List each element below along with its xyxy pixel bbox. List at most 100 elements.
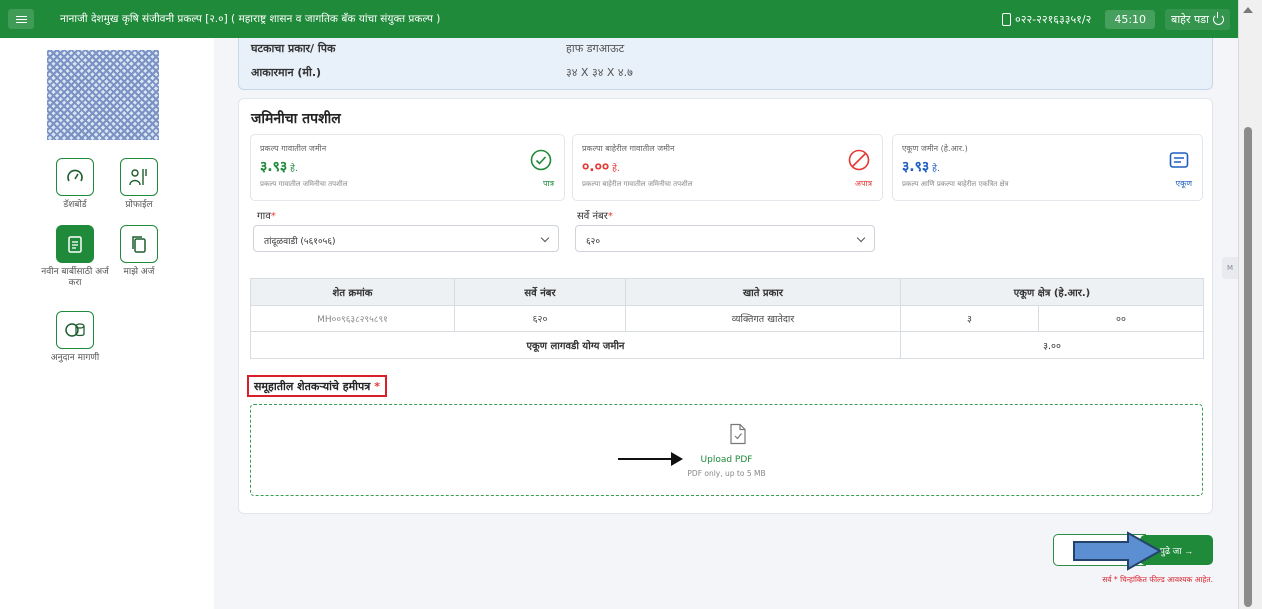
pointer-arrow-icon [1073, 531, 1162, 571]
stat-total-land: एकूण जमीन (हे.आर.) ३.९३ हे. प्रकल्प आणि प… [892, 134, 1203, 201]
upload-hint: PDF only, up to 5 MB [687, 469, 766, 478]
annotation-arrow-line [618, 458, 675, 460]
scrollbar-thumb[interactable] [1244, 127, 1252, 607]
helpline: ०२२-२२१६३३५१/२ [1002, 12, 1091, 27]
sidebar-item-my-applications[interactable]: माझे अर्ज [104, 225, 174, 278]
td-account-type: व्यक्तिगत खातेदार [626, 306, 901, 331]
stat-unit: हे. [932, 164, 940, 174]
stat-number: ०.०० [582, 159, 610, 175]
phone-icon [1002, 12, 1012, 26]
required-mark: * [607, 211, 613, 222]
copy-icon [132, 236, 146, 253]
summary-value-size: ३४ X ३४ X ४.७ [566, 66, 633, 79]
gauge-icon [67, 169, 83, 182]
check-circle-icon [530, 149, 552, 171]
stat-tag: पात्र [542, 179, 554, 188]
app-title: नानाजी देशमुख कृषि संजीवनी प्रकल्प [२.०]… [60, 13, 441, 25]
top-bar: नानाजी देशमुख कृषि संजीवनी प्रकल्प [२.०]… [0, 0, 1238, 38]
stat-unit: हे. [612, 164, 620, 174]
land-table: शेत क्रमांक सर्वे नंबर खाते प्रकार एकूण … [250, 278, 1204, 359]
stat-label: प्रकल्प गावातील जमीन [260, 144, 327, 153]
top-right-group: ०२२-२२१६३३५१/२ 45:10 बाहेर पडा [1002, 0, 1230, 38]
nav-box [56, 158, 94, 196]
logout-label: बाहेर पडा [1171, 12, 1209, 26]
sidebar-item-label: डॅशबोर्ड [63, 200, 87, 210]
coins-icon [65, 323, 85, 337]
village-label-text: गाव [257, 211, 271, 222]
village-label: गाव* [257, 208, 276, 222]
survey-selected-value: ६२० [586, 237, 601, 247]
stat-number: ३.९३ [260, 159, 288, 175]
component-summary-card: घटकाचा प्रकार/ पिक हाफ डगआऊट आकारमान (मी… [238, 38, 1213, 90]
scroll-up-icon[interactable] [1243, 7, 1253, 13]
sidebar-item-subsidy-claim[interactable]: अनुदान मागणी [40, 311, 110, 364]
ban-icon [848, 149, 870, 171]
file-icon [730, 423, 746, 445]
sidebar-item-label: नवीन बाबींसाठी अर्ज करा [41, 267, 109, 288]
stat-description: प्रकल्प आणि प्रकल्पा बाहेरील एकत्रित क्ष… [902, 180, 1009, 188]
helpline-number: ०२२-२२१६३३५१/२ [1015, 12, 1092, 26]
annotation-arrow-icon [671, 452, 683, 466]
upload-label: Upload PDF [700, 455, 753, 465]
required-fields-note: सर्व * चिन्हांकित फील्ड आवश्यक आहेत. [1102, 575, 1213, 584]
th-account-type: खाते प्रकार [626, 279, 901, 305]
survey-label: सर्वे नंबर* [577, 208, 613, 222]
session-timer: 45:10 [1105, 9, 1156, 29]
table-footer-row: एकूण लागवडी योग्य जमीन ३.०० [251, 332, 1203, 358]
sidebar-item-label: अनुदान मागणी [50, 353, 100, 363]
checklist-icon [68, 236, 82, 253]
pdf-upload-dropzone[interactable]: Upload PDF PDF only, up to 5 MB [250, 404, 1203, 496]
power-icon [1213, 11, 1224, 25]
survey-number-select[interactable]: ६२० [575, 225, 875, 252]
stat-value: ०.०० हे. [582, 157, 620, 176]
chevron-down-icon [856, 233, 866, 243]
nav-box [120, 158, 158, 196]
land-details-card: जमिनीचा तपशील प्रकल्प गावातील जमीन ३.९३ ह… [238, 98, 1213, 514]
th-farm-number: शेत क्रमांक [251, 279, 455, 305]
stat-description: प्रकल्प गावातील जमिनीचा तपशील [260, 180, 348, 188]
menu-button[interactable] [8, 9, 34, 29]
chevron-down-icon [540, 233, 550, 243]
stat-description: प्रकल्पा बाहेरील गावातील जमिनीचा तपशील [582, 180, 693, 188]
hamburger-icon [15, 18, 27, 20]
sidebar-item-profile[interactable]: प्रोफाईल [104, 158, 174, 211]
th-total-area: एकूण क्षेत्र (हे.आर.) [1013, 288, 1091, 299]
summary-label-size: आकारमान (मी.) [251, 66, 322, 79]
required-mark: * [270, 211, 276, 222]
nav-box [120, 225, 158, 263]
side-panel-tab[interactable]: M [1222, 257, 1238, 279]
required-mark: * [374, 380, 380, 393]
stat-outside-village-land: प्रकल्पा बाहेरील गावातील जमीन ०.०० हे. प्… [572, 134, 883, 201]
tf-label: एकूण लागवडी योग्य जमीन [251, 332, 901, 358]
stat-unit: हे. [290, 164, 298, 174]
td-farm-number: MH००९६३८२९५८९१ [251, 306, 455, 331]
list-card-icon [1169, 152, 1189, 168]
village-selected-value: तांदूळवाडी (५६१०५६) [264, 237, 336, 247]
stat-label: प्रकल्पा बाहेरील गावातील जमीन [582, 144, 675, 153]
survey-label-text: सर्वे नंबर [577, 211, 608, 222]
sidebar-item-label: माझे अर्ज [123, 267, 155, 277]
village-select[interactable]: तांदूळवाडी (५६१०५६) [253, 225, 559, 252]
nav-box [56, 225, 94, 263]
th-survey-number: सर्वे नंबर [455, 279, 626, 305]
td-survey-number: ६२० [455, 306, 626, 331]
stat-project-village-land: प्रकल्प गावातील जमीन ३.९३ हे. प्रकल्प गाव… [250, 134, 565, 201]
sidebar-item-dashboard[interactable]: डॅशबोर्ड [40, 158, 110, 211]
table-row: MH००९६३८२९५८९१ ६२० व्यक्तिगत खातेदार ३ ०… [251, 306, 1203, 332]
profile-icon [129, 169, 147, 186]
stat-label: एकूण जमीन (हे.आर.) [902, 144, 968, 153]
sidebar-item-label: प्रोफाईल [125, 200, 153, 210]
td-hectare: ३ [901, 306, 1039, 331]
qr-code-image [47, 50, 159, 140]
td-are: ०० [1116, 314, 1126, 325]
scrollbar[interactable] [1238, 0, 1262, 609]
summary-label-type: घटकाचा प्रकार/ पिक [251, 42, 336, 55]
sidebar-item-new-application[interactable]: नवीन बाबींसाठी अर्ज करा [40, 225, 110, 289]
stat-tag: एकूण [1175, 179, 1192, 188]
stat-number: ३.९३ [902, 159, 930, 175]
stat-tag: अपात्र [854, 179, 872, 188]
section-title: जमिनीचा तपशील [251, 111, 341, 127]
sidebar: डॅशबोर्ड प्रोफाईल नवीन बाबींसाठी अर्ज कर… [0, 38, 214, 609]
nav-box [56, 311, 94, 349]
logout-button[interactable]: बाहेर पडा [1165, 8, 1230, 30]
